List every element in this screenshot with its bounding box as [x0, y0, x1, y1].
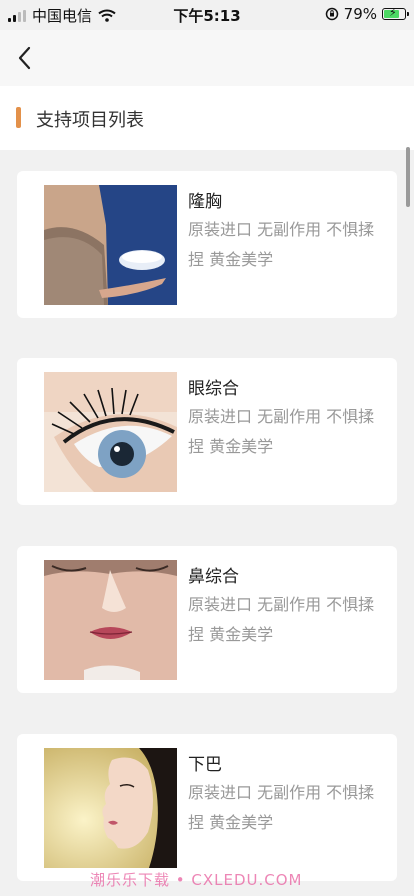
list-item-nose[interactable]: 鼻综合 原装进口 无副作用 不惧揉捏 黄金美学	[17, 546, 397, 693]
item-title: 眼综合	[188, 379, 239, 399]
list-item-chin[interactable]: 下巴 原装进口 无副作用 不惧揉捏 黄金美学	[17, 734, 397, 881]
item-description: 原装进口 无副作用 不惧揉捏 黄金美学	[188, 783, 375, 832]
battery-icon: ⚡	[382, 6, 409, 20]
orientation-lock-icon	[325, 7, 338, 21]
item-title: 鼻综合	[188, 567, 239, 587]
battery-percent: 79%	[343, 5, 377, 23]
status-right: 79% ⚡	[325, 5, 409, 23]
section-header: 支持项目列表	[0, 86, 414, 150]
item-image-chin	[44, 748, 177, 868]
section-accent-bar	[16, 107, 21, 128]
item-title: 隆胸	[188, 192, 222, 212]
item-title: 下巴	[188, 755, 222, 775]
section-title: 支持项目列表	[36, 110, 144, 131]
status-bar: 中国电信 下午5:13 79% ⚡	[0, 0, 414, 30]
item-description: 原装进口 无副作用 不惧揉捏 黄金美学	[188, 595, 375, 644]
item-image-nose	[44, 560, 177, 680]
list-item-eye[interactable]: 眼综合 原装进口 无副作用 不惧揉捏 黄金美学	[17, 358, 397, 505]
item-image-eye	[44, 372, 177, 492]
item-description: 原装进口 无副作用 不惧揉捏 黄金美学	[188, 220, 375, 269]
project-list: 隆胸 原装进口 无副作用 不惧揉捏 黄金美学 眼综合 原装进口 无副作用 不惧揉…	[0, 150, 414, 896]
nav-bar	[0, 30, 414, 86]
item-image-breast	[44, 185, 177, 305]
chevron-left-icon[interactable]	[14, 42, 38, 74]
item-description: 原装进口 无副作用 不惧揉捏 黄金美学	[188, 407, 375, 456]
watermark: 潮乐乐下载 • CXLEDU.COM	[90, 871, 303, 889]
list-item-breast[interactable]: 隆胸 原装进口 无副作用 不惧揉捏 黄金美学	[17, 171, 397, 318]
